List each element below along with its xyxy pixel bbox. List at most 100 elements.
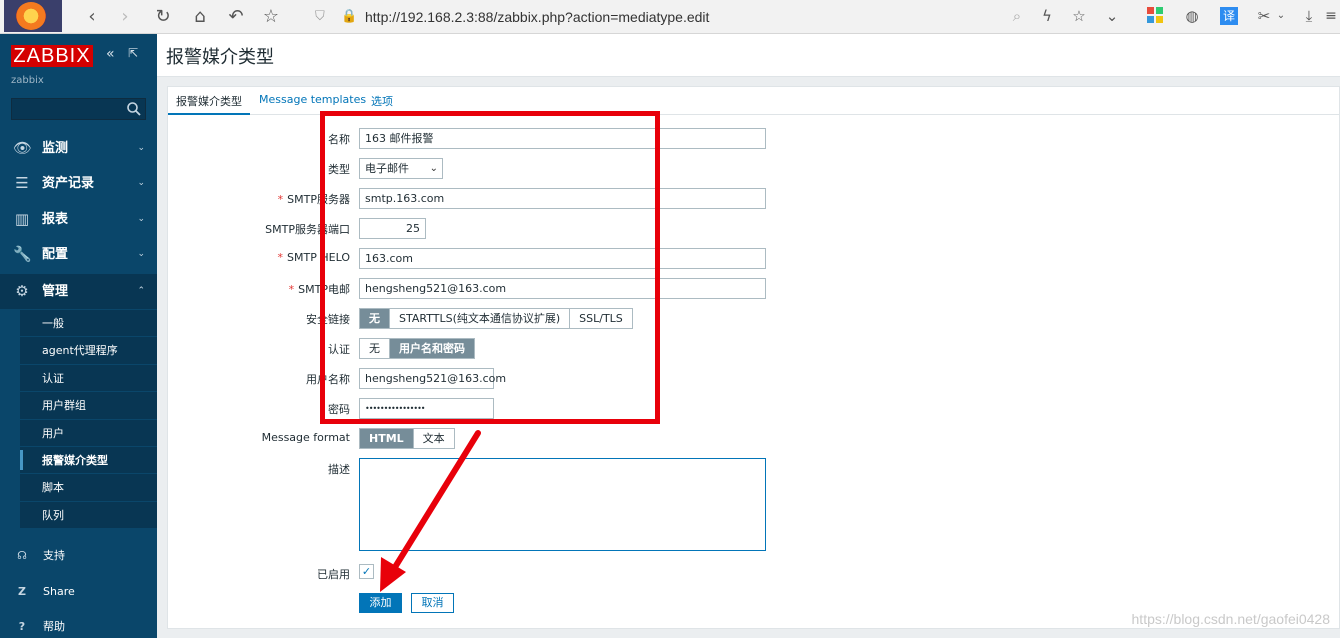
eye-icon: 👁 (13, 139, 33, 157)
add-button[interactable]: 添加 (359, 593, 402, 613)
bookmark-star-icon[interactable]: ☆ (261, 6, 281, 28)
format-option-text[interactable]: 文本 (413, 429, 454, 448)
menu-item-label: 资产记录 (42, 176, 95, 191)
reload-icon[interactable]: ↻ (153, 6, 173, 28)
type-select-value: 电子邮件 (365, 162, 409, 175)
enabled-checkbox[interactable]: ✓ (359, 564, 374, 579)
name-input[interactable]: 163 邮件报警 (359, 128, 766, 149)
tab-media-type[interactable]: 报警媒介类型 (168, 93, 250, 115)
headset-icon: ☊ (17, 549, 27, 562)
username-input[interactable]: hengsheng521@163.com (359, 368, 506, 389)
sidebar: ZABBIX « ⇱ zabbix 👁 监测 ⌄ ☰ 资产记录 ⌄ ▥ 报表 ⌄… (0, 34, 157, 638)
submenu-item-proxies[interactable]: agent代理程序 (20, 337, 157, 365)
submenu-item-queue[interactable]: 队列 (20, 502, 157, 530)
password-input[interactable]: •••••••••••••••• (359, 398, 494, 419)
search-icon[interactable]: ⌕ (1008, 7, 1026, 25)
smtp-server-label-text: SMTP服务器 (287, 193, 350, 206)
collapse-sidebar-icon[interactable]: « (106, 46, 115, 62)
kiosk-mode-icon[interactable]: ⇱ (128, 46, 138, 60)
help-link[interactable]: ? 帮助 (0, 612, 157, 638)
list-icon: ☰ (15, 174, 29, 192)
insecure-lock-icon[interactable]: 🔒 (341, 9, 357, 24)
chevron-down-icon: ⌄ (137, 214, 145, 224)
search-icon[interactable] (126, 101, 142, 117)
submenu-item-media-types[interactable]: 报警媒介类型 (20, 447, 157, 475)
favorite-star-icon[interactable]: ☆ (1070, 7, 1088, 25)
format-option-html[interactable]: HTML (360, 429, 414, 448)
security-option-starttls[interactable]: STARTTLS(纯文本通信协议扩展) (390, 309, 571, 328)
description-textarea[interactable] (359, 458, 766, 551)
zabbix-logo[interactable]: ZABBIX (11, 45, 93, 67)
wrench-icon: 🔧 (13, 245, 32, 263)
apps-grid-icon[interactable] (1146, 7, 1164, 25)
menu-item-configuration[interactable]: 🔧 配置 ⌄ (0, 237, 157, 272)
menu-item-label: 监测 (42, 141, 69, 156)
cancel-button[interactable]: 取消 (411, 593, 454, 613)
auth-option-username-password[interactable]: 用户名和密码 (390, 339, 474, 358)
smtp-helo-input[interactable]: 163.com (359, 248, 766, 269)
administration-submenu: 一般 agent代理程序 认证 用户群组 用户 报警媒介类型 脚本 队列 (20, 310, 157, 530)
support-link[interactable]: ☊ 支持 (0, 541, 157, 571)
undo-icon[interactable]: ↶ (226, 6, 246, 28)
menu-item-administration[interactable]: ⚙ 管理 ⌃ (0, 274, 157, 309)
gear-icon: ⚙ (15, 282, 29, 300)
globe-icon[interactable]: ◍ (1183, 7, 1201, 25)
download-icon[interactable]: ⤓ (1300, 7, 1318, 25)
share-label: Share (43, 585, 75, 598)
menu-item-reports[interactable]: ▥ 报表 ⌄ (0, 202, 157, 237)
chevron-down-icon[interactable]: ⌄ (1103, 7, 1121, 25)
auth-option-none[interactable]: 无 (360, 339, 390, 358)
forward-icon[interactable]: › (115, 6, 135, 28)
chevron-up-icon: ⌃ (137, 286, 145, 296)
scissors-icon[interactable]: ✂ (1255, 7, 1273, 25)
translate-icon[interactable]: 译 (1220, 7, 1238, 25)
security-option-ssl-tls[interactable]: SSL/TLS (570, 309, 632, 328)
name-label: 名称 (328, 133, 350, 146)
url-text: http://192.168.2.3:88/zabbix.php?action=… (365, 9, 710, 25)
submenu-item-user-groups[interactable]: 用户群组 (20, 392, 157, 420)
support-label: 支持 (43, 549, 65, 562)
browser-profile-avatar[interactable] (4, 0, 62, 32)
shield-icon: ⛉ (315, 9, 325, 24)
security-toggle: 无 STARTTLS(纯文本通信协议扩展) SSL/TLS (359, 308, 633, 329)
password-label: 密码 (328, 403, 350, 416)
message-format-toggle: HTML 文本 (359, 428, 455, 449)
smtp-server-input[interactable]: smtp.163.com (359, 188, 766, 209)
menu-item-monitoring[interactable]: 👁 监测 ⌄ (0, 131, 157, 166)
back-icon[interactable]: ‹ (82, 6, 102, 28)
scissors-dropdown-icon[interactable]: ⌄ (1272, 7, 1290, 25)
tab-options[interactable]: 选项 (371, 93, 393, 109)
submenu-item-users[interactable]: 用户 (20, 420, 157, 447)
tab-message-templates[interactable]: Message templates (259, 93, 366, 106)
help-label: 帮助 (43, 620, 65, 633)
smtp-helo-label: * SMTP HELO (277, 251, 350, 264)
page-title: 报警媒介类型 (166, 47, 274, 68)
smtp-port-label: SMTP服务器端口 (265, 223, 350, 236)
address-bar[interactable]: ⛉ 🔒 http://192.168.2.3:88/zabbix.php?act… (305, 4, 925, 30)
menu-item-label: 配置 (42, 247, 69, 262)
share-link[interactable]: Z Share (0, 577, 157, 607)
submenu-item-authentication[interactable]: 认证 (20, 365, 157, 393)
submenu-item-scripts[interactable]: 脚本 (20, 474, 157, 502)
smtp-email-input[interactable]: hengsheng521@163.com (359, 278, 766, 299)
auth-toggle: 无 用户名和密码 (359, 338, 475, 359)
submenu-item-general[interactable]: 一般 (20, 310, 157, 338)
server-name: zabbix (11, 75, 44, 86)
chevron-down-icon: ⌄ (137, 178, 145, 188)
menu-item-label: 报表 (42, 212, 69, 227)
help-icon: ? (18, 620, 26, 633)
search-input[interactable] (11, 98, 146, 120)
menu-icon[interactable]: ≡ (1322, 7, 1340, 25)
home-icon[interactable]: ⌂ (190, 6, 210, 28)
browser-toolbar: ‹ › ↻ ⌂ ↶ ☆ ⛉ 🔒 http://192.168.2.3:88/za… (0, 0, 1340, 34)
username-label: 用户名称 (306, 373, 350, 386)
security-option-none[interactable]: 无 (360, 309, 390, 328)
menu-item-inventory[interactable]: ☰ 资产记录 ⌄ (0, 166, 157, 201)
chevron-down-icon: ⌄ (137, 143, 145, 153)
security-label: 安全链接 (306, 313, 350, 326)
type-select[interactable]: 电子邮件 ⌄ (359, 158, 443, 179)
lightning-icon[interactable]: ϟ (1038, 7, 1056, 25)
smtp-email-label: * SMTP电邮 (288, 283, 350, 296)
smtp-port-input[interactable]: 25 (359, 218, 426, 239)
page-header: 报警媒介类型 (157, 34, 1340, 77)
